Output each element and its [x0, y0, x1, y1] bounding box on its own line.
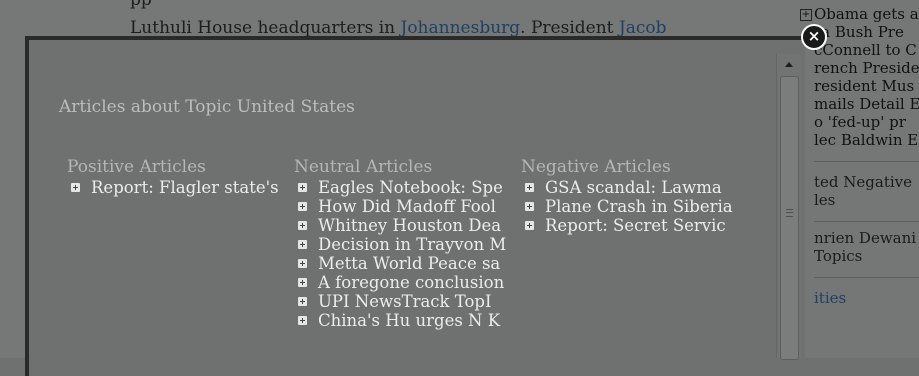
article-link[interactable]: A foregone conclusion	[318, 273, 504, 292]
sidebar-section-heading: Topics	[814, 247, 863, 265]
scroll-up-arrow-icon[interactable]	[777, 54, 801, 74]
background-article-text-partial: pp	[130, 0, 152, 10]
expand-icon[interactable]	[525, 202, 534, 211]
sidebar-divider	[814, 221, 919, 222]
article-link[interactable]: GSA scandal: Lawma	[545, 178, 722, 197]
expand-icon[interactable]	[71, 183, 80, 192]
expand-icon[interactable]	[525, 221, 534, 230]
article-link[interactable]: Report: Secret Servic	[545, 216, 726, 235]
expand-icon[interactable]: +	[800, 9, 812, 21]
positive-articles-heading: Positive Articles	[67, 157, 206, 177]
article-text: . President	[520, 18, 619, 38]
neutral-articles-column: Neutral Articles Eagles Notebook: Spe Ho…	[294, 156, 519, 330]
sidebar-article-link[interactable]: mails Detail E	[814, 95, 919, 113]
list-item[interactable]: Decision in Trayvon M	[294, 235, 519, 254]
list-item[interactable]: Whitney Houston Dea	[294, 216, 519, 235]
list-item[interactable]: Report: Flagler state's	[67, 178, 292, 197]
article-link[interactable]: Report: Flagler state's	[91, 178, 279, 197]
sidebar-article-link[interactable]: resident Mus	[814, 77, 914, 95]
article-link[interactable]: Metta World Peace sa	[318, 254, 500, 273]
article-link[interactable]: Decision in Trayvon M	[318, 235, 506, 254]
article-link[interactable]: UPI NewsTrack TopI	[318, 292, 492, 311]
sidebar-section-heading: ted Negative	[814, 173, 912, 191]
sidebar-section-heading: les	[814, 191, 836, 209]
sidebar-section-heading: nrien Dewani	[814, 229, 917, 247]
expand-icon[interactable]	[298, 297, 307, 306]
link-johannesburg[interactable]: Johannesburg	[401, 18, 521, 38]
positive-articles-column: Positive Articles Report: Flagler state'…	[67, 156, 292, 197]
list-item[interactable]: How Did Madoff Fool	[294, 197, 519, 216]
list-item[interactable]: Metta World Peace sa	[294, 254, 519, 273]
list-item[interactable]: Report: Secret Servic	[521, 216, 746, 235]
sidebar-article-link[interactable]: rench Preside	[814, 59, 919, 77]
sidebar-divider	[814, 161, 919, 162]
negative-articles-column: Negative Articles GSA scandal: Lawma Pla…	[521, 156, 746, 235]
expand-icon[interactable]	[298, 259, 307, 268]
sidebar-article-link[interactable]: lec Baldwin E	[814, 131, 918, 149]
expand-icon[interactable]	[298, 221, 307, 230]
list-item[interactable]: UPI NewsTrack TopI	[294, 292, 519, 311]
list-item[interactable]: GSA scandal: Lawma	[521, 178, 746, 197]
modal-scrollbar[interactable]	[776, 54, 801, 360]
list-item[interactable]: Plane Crash in Siberia	[521, 197, 746, 216]
expand-icon[interactable]	[298, 240, 307, 249]
expand-icon[interactable]	[298, 316, 307, 325]
article-link[interactable]: How Did Madoff Fool	[318, 197, 496, 216]
sidebar-article-link[interactable]: Obama gets a p	[814, 5, 919, 23]
articles-modal: Articles about Topic United States Posit…	[25, 36, 805, 376]
list-item[interactable]: A foregone conclusion	[294, 273, 519, 292]
article-link[interactable]: Eagles Notebook: Spe	[318, 178, 503, 197]
scrollbar-thumb[interactable]	[780, 76, 799, 360]
expand-icon[interactable]	[525, 183, 534, 192]
expand-icon[interactable]	[298, 278, 307, 287]
background-sidebar: + Obama gets a p ra Bush Pre cConnell to…	[800, 0, 919, 358]
expand-icon[interactable]	[298, 202, 307, 211]
neutral-articles-heading: Neutral Articles	[294, 157, 433, 177]
sidebar-link-entities[interactable]: ities	[814, 289, 846, 308]
link-jacob[interactable]: Jacob	[619, 18, 667, 38]
article-link[interactable]: Whitney Houston Dea	[318, 216, 501, 235]
article-link[interactable]: Plane Crash in Siberia	[545, 197, 733, 216]
expand-icon[interactable]	[298, 183, 307, 192]
sidebar-divider	[814, 277, 919, 278]
sidebar-article-link[interactable]: cConnell to C	[814, 41, 917, 59]
background-article-text: Luthuli House headquarters in Johannesbu…	[130, 18, 780, 38]
modal-title: Articles about Topic United States	[59, 97, 355, 117]
close-icon[interactable]: ×	[801, 24, 827, 50]
list-item[interactable]: China's Hu urges N K	[294, 311, 519, 330]
negative-articles-heading: Negative Articles	[521, 157, 671, 177]
article-text: Luthuli House headquarters in	[130, 18, 401, 38]
sidebar-article-link[interactable]: ra Bush Pre	[814, 23, 904, 41]
list-item[interactable]: Eagles Notebook: Spe	[294, 178, 519, 197]
article-link[interactable]: China's Hu urges N K	[318, 311, 500, 330]
sidebar-article-link[interactable]: o 'fed-up' pr	[814, 113, 906, 131]
grip-icon	[786, 209, 793, 217]
